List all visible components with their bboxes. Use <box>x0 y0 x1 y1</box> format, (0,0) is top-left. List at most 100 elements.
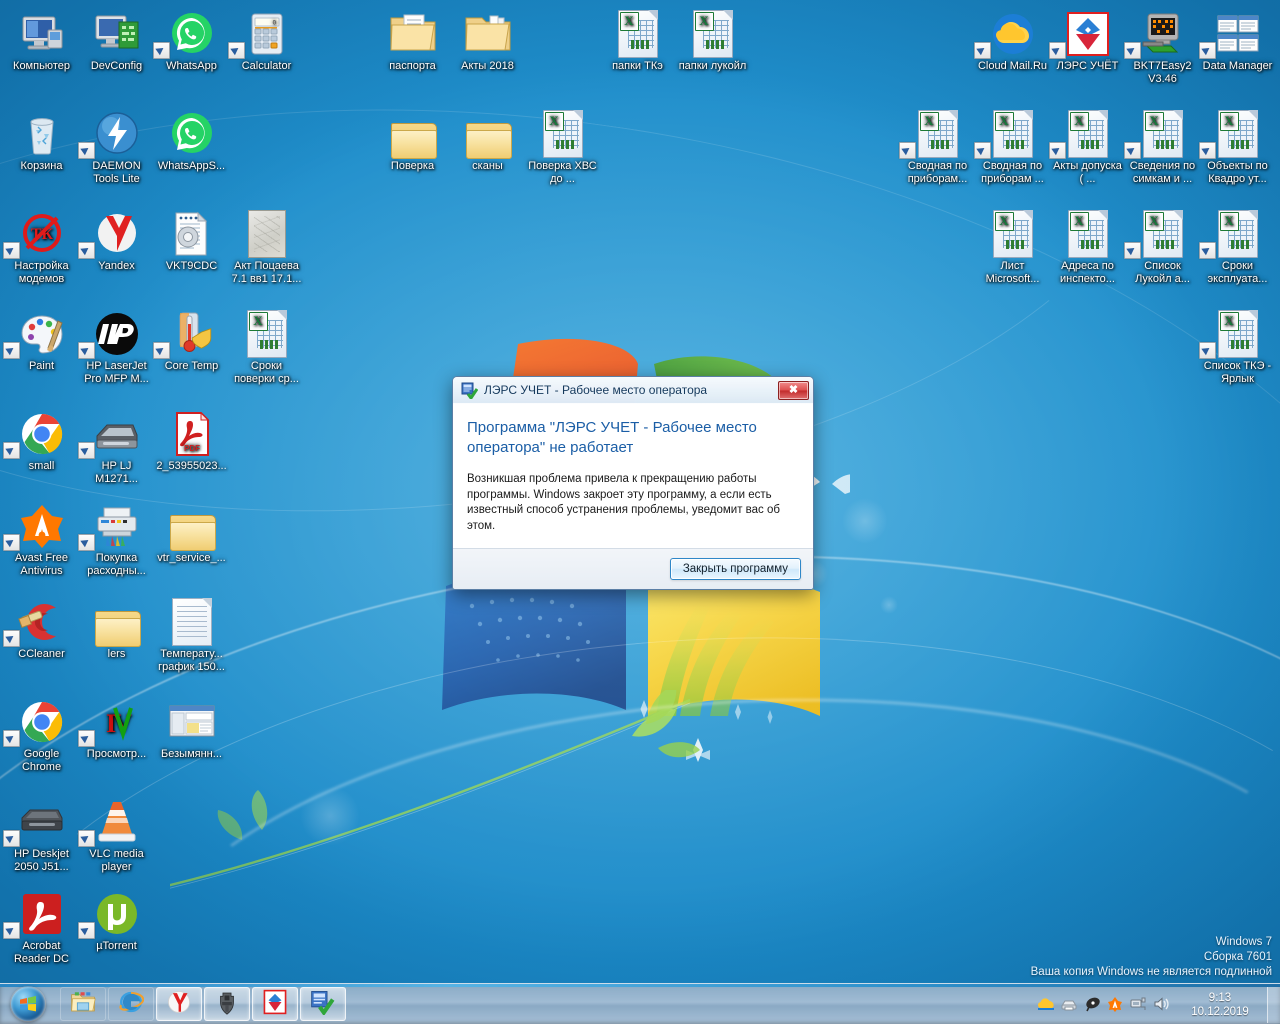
desktop-icon[interactable]: X Сводная по приборам ... <box>974 108 1050 185</box>
network-tray-icon[interactable] <box>1130 996 1146 1012</box>
taskbar-button-world-of-tanks[interactable] <box>204 987 250 1021</box>
desktop-icon[interactable]: Компьютер <box>4 8 79 73</box>
taskbar-button-yandex-browser[interactable] <box>156 987 202 1021</box>
desktop-icon-label: Calculator <box>241 60 292 72</box>
desktop-icon-label: Настройка модемов <box>14 260 69 285</box>
taskbar-button-internet-explorer[interactable] <box>108 987 154 1021</box>
desktop-icon[interactable]: Google Chrome <box>3 696 79 773</box>
error-dialog[interactable]: ЛЭРС УЧЕТ - Рабочее место оператора ✖ Пр… <box>452 376 814 590</box>
desktop-icon-label: Core Temp <box>164 360 219 372</box>
shortcut-arrow-icon <box>3 630 20 647</box>
shortcut-arrow-icon <box>78 342 95 359</box>
desktop-icon-label: папки лукойл <box>678 60 747 72</box>
windows-activation-watermark: Windows 7 Сборка 7601 Ваша копия Windows… <box>1031 935 1272 980</box>
desktop-icon[interactable]: Cloud Mail.Ru <box>974 8 1050 73</box>
shortcut-arrow-icon <box>3 534 20 551</box>
desktop-icon[interactable]: X Лист Microsoft... <box>975 208 1050 285</box>
desktop-icon[interactable]: X папки лукойл <box>675 8 750 73</box>
cloud-mailru-tray-icon[interactable] <box>1038 996 1054 1012</box>
desktop-icon-label: Акты 2018 <box>461 60 514 72</box>
desktop-icon[interactable]: Avast Free Antivirus <box>3 500 79 577</box>
dialog-titlebar[interactable]: ЛЭРС УЧЕТ - Рабочее место оператора ✖ <box>453 377 813 404</box>
desktop-icon-label: Температу... график 150... <box>158 648 225 673</box>
excel-doc-icon: X <box>1199 308 1275 359</box>
desktop-icon[interactable]: X Список ТКЭ - Ярлык <box>1199 308 1275 385</box>
desktop-icon[interactable]: паспорта <box>375 8 450 73</box>
desktop-icon[interactable]: X Сведения по симкам и ... <box>1124 108 1200 185</box>
desktop-icon[interactable]: 0 Calculator <box>228 8 304 73</box>
desktop-icon[interactable]: small <box>3 408 79 473</box>
desktop-icon-label: Корзина <box>20 160 63 172</box>
desktop-icon-label: Avast Free Antivirus <box>15 552 68 577</box>
desktop-icon[interactable]: HP LaserJet Pro MFP M... <box>78 308 154 385</box>
desktop-icon[interactable]: HP Deskjet 2050 J51... <box>3 796 79 873</box>
shortcut-arrow-icon <box>974 42 991 59</box>
desktop-icon[interactable]: Paint <box>3 308 79 373</box>
desktop-icon[interactable]: WhatsAppS... <box>154 108 229 173</box>
desktop-icon[interactable]: X Сроки эксплуата... <box>1199 208 1275 285</box>
desktop-icon[interactable]: µTorrent <box>78 888 154 953</box>
desktop-icon[interactable]: Покупка расходны... <box>78 500 154 577</box>
taskbar-button-explorer[interactable] <box>60 987 106 1021</box>
desktop-icon-label: Акт Поцаева 7.1 вв1 17.1... <box>231 260 302 285</box>
desktop-icon[interactable]: Акты 2018 <box>450 8 525 73</box>
whatsapp-icon <box>153 8 229 59</box>
printer-tray-icon[interactable] <box>1061 996 1077 1012</box>
desktop-icon[interactable]: ТК Настройка модемов <box>3 208 79 285</box>
folder-files-icon <box>450 8 525 58</box>
antenna-tray-icon[interactable] <box>1084 996 1100 1012</box>
avast-tray-icon[interactable] <box>1107 996 1123 1012</box>
desktop-icon[interactable]: X Поверка ХВС до ... <box>525 108 600 185</box>
desktop-icon[interactable]: DevConfig <box>79 8 154 73</box>
desktop-icon-label: CCleaner <box>18 648 65 660</box>
desktop-icon-label: vtr_service_... <box>157 552 226 564</box>
close-icon[interactable]: ✖ <box>778 380 809 400</box>
desktop-icon[interactable]: Data Manager <box>1199 8 1275 73</box>
modem-setup-icon: ТК <box>3 208 79 259</box>
desktop-icon-label: Google Chrome <box>21 748 62 773</box>
desktop-icon[interactable]: vtr_service_... <box>154 500 229 565</box>
desktop-icon[interactable]: VLC media player <box>78 796 154 873</box>
desktop-icon[interactable]: X Адреса по инспекто... <box>1050 208 1125 285</box>
desktop-icon[interactable]: X Акты допуска ( ... <box>1049 108 1125 185</box>
desktop-icon[interactable]: Акт Поцаева 7.1 вв1 17.1... <box>229 208 304 285</box>
lers-operator-icon <box>310 989 336 1020</box>
desktop-icon[interactable]: X Объекты по Квадро ут... <box>1199 108 1275 185</box>
desktop-icon[interactable]: Yandex <box>78 208 154 273</box>
desktop-icon[interactable]: X папки ТКэ <box>600 8 675 73</box>
desktop-icon[interactable]: I V Просмотр... <box>78 696 154 761</box>
desktop-icon[interactable]: X Сводная по приборам... <box>899 108 975 185</box>
desktop-icon[interactable]: Безымянн... <box>154 696 229 761</box>
desktop-icon[interactable]: X Список Лукойл а... <box>1124 208 1200 285</box>
desktop-icon[interactable]: Core Temp <box>153 308 229 373</box>
desktop-icon-label: DevConfig <box>90 60 143 72</box>
desktop-icon[interactable]: lers <box>79 596 154 661</box>
taskbar-clock[interactable]: 9:13 10.12.2019 <box>1177 990 1263 1019</box>
desktop-icon[interactable]: сканы <box>450 108 525 173</box>
desktop-icon[interactable]: BKT7Easy2 V3.46 <box>1124 8 1200 85</box>
taskbar-button-lers-uchet[interactable] <box>252 987 298 1021</box>
desktop-icon[interactable]: Acrobat Reader DC <box>3 888 79 965</box>
start-button[interactable] <box>2 985 54 1023</box>
show-desktop-button[interactable] <box>1267 985 1280 1023</box>
desktop-icon[interactable]: X Сроки поверки ср... <box>229 308 304 385</box>
shortcut-arrow-icon <box>1199 142 1216 159</box>
taskbar[interactable]: 9:13 10.12.2019 <box>0 983 1280 1024</box>
desktop-icon[interactable]: VKT9CDC <box>154 208 229 273</box>
taskbar-button-lers-operator[interactable] <box>300 987 346 1021</box>
volume-tray-icon[interactable] <box>1153 996 1169 1012</box>
desktop-icon[interactable]: Корзина <box>4 108 79 173</box>
desktop-icon-label: Безымянн... <box>161 748 222 760</box>
desktop-icon[interactable]: Поверка <box>375 108 450 173</box>
desktop-icon[interactable]: Температу... график 150... <box>154 596 229 673</box>
desktop-icon[interactable]: HP LJ M1271... <box>78 408 154 485</box>
desktop-icon[interactable]: WhatsApp <box>153 8 229 73</box>
close-program-button[interactable]: Закрыть программу <box>669 558 801 580</box>
desktop-icon[interactable]: CCleaner <box>3 596 79 661</box>
desktop-icon[interactable]: PDF 2_53955023... <box>154 408 229 473</box>
desktop-icon-label: Поверка <box>390 160 435 172</box>
core-temp-icon <box>153 308 229 359</box>
desktop-icon[interactable]: DAEMON Tools Lite <box>78 108 154 185</box>
excel-doc-icon: X <box>675 8 750 58</box>
desktop-icon[interactable]: ЛЭРС УЧЁТ <box>1049 8 1125 73</box>
